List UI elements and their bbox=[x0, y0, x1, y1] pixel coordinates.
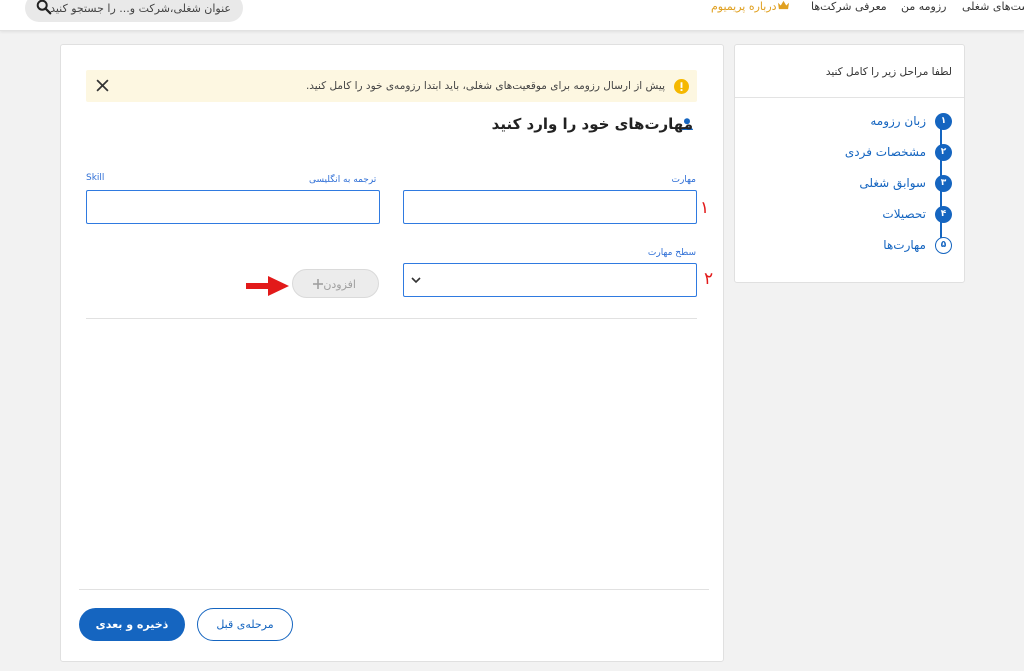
nav-companies[interactable]: معرفی شرکت‌ها bbox=[811, 0, 887, 13]
step-number: ۱ bbox=[935, 113, 952, 130]
skill-level-label: سطح مهارت bbox=[647, 248, 696, 258]
search-placeholder[interactable]: عنوان شغلی،شرکت و... را جستجو کنید bbox=[50, 2, 231, 15]
steps-separator bbox=[735, 97, 964, 98]
section-title: مهارت‌های خود را وارد کنید bbox=[491, 115, 693, 133]
plus-icon bbox=[313, 279, 323, 289]
footer-divider bbox=[79, 589, 709, 590]
incomplete-resume-alert: پیش از ارسال رزومه برای موقعیت‌های شغلی،… bbox=[86, 70, 697, 102]
nav-premium[interactable]: درباره پریمیوم bbox=[711, 0, 777, 13]
step-label: مهارت‌ها bbox=[883, 238, 926, 252]
steps-heading: لطفا مراحل زیر را کامل کنید bbox=[825, 66, 952, 78]
close-icon[interactable] bbox=[96, 79, 109, 92]
steps-sidebar: لطفا مراحل زیر را کامل کنید ۱ زبان رزومه… bbox=[734, 44, 965, 283]
translation-input[interactable] bbox=[87, 191, 379, 223]
translation-hint: Skill bbox=[86, 173, 105, 183]
translation-label: ترجمه به انگلیسی bbox=[309, 175, 377, 185]
crown-icon bbox=[778, 0, 789, 10]
step-work-history[interactable]: ۳ سوابق شغلی bbox=[752, 175, 952, 195]
skill-level-select[interactable] bbox=[403, 263, 697, 297]
step-number: ۴ bbox=[935, 206, 952, 223]
save-and-next-button[interactable]: ذخیره و بعدی bbox=[79, 608, 185, 641]
step-skills[interactable]: ۵ مهارت‌ها bbox=[752, 237, 952, 257]
skill-field[interactable] bbox=[403, 190, 697, 224]
nav-my-resume[interactable]: رزومه من bbox=[901, 0, 947, 13]
nav-jobs[interactable]: ست‌های شغلی bbox=[962, 0, 1024, 13]
step-education[interactable]: ۴ تحصیلات bbox=[752, 206, 952, 226]
form-divider bbox=[86, 318, 697, 319]
add-skill-button[interactable]: افزودن bbox=[292, 269, 379, 298]
red-arrow-icon bbox=[246, 276, 289, 296]
step-label: تحصیلات bbox=[882, 207, 926, 221]
skill-input[interactable] bbox=[404, 191, 696, 223]
step-label: زبان رزومه bbox=[870, 114, 926, 128]
step-personal-info[interactable]: ۲ مشخصات فردی bbox=[752, 144, 952, 164]
top-navbar: عنوان شغلی،شرکت و... را جستجو کنید دربار… bbox=[0, 0, 1024, 31]
translation-field[interactable] bbox=[86, 190, 380, 224]
step-label: سوابق شغلی bbox=[859, 176, 926, 190]
skill-label: مهارت bbox=[671, 175, 696, 185]
step-resume-language[interactable]: ۱ زبان رزومه bbox=[752, 113, 952, 133]
alert-message: پیش از ارسال رزومه برای موقعیت‌های شغلی،… bbox=[305, 80, 665, 92]
search-box[interactable]: عنوان شغلی،شرکت و... را جستجو کنید bbox=[25, 0, 243, 22]
add-skill-label: افزودن bbox=[323, 278, 356, 291]
annotation-1: ۱ bbox=[700, 198, 710, 218]
annotation-2: ۲ bbox=[704, 269, 714, 289]
step-number: ۲ bbox=[935, 144, 952, 161]
skills-form-card: پیش از ارسال رزومه برای موقعیت‌های شغلی،… bbox=[60, 44, 724, 662]
chevron-down-icon[interactable] bbox=[410, 275, 422, 285]
step-number: ۳ bbox=[935, 175, 952, 192]
step-number: ۵ bbox=[935, 237, 952, 254]
step-label: مشخصات فردی bbox=[844, 145, 926, 159]
warning-icon bbox=[674, 79, 689, 94]
previous-step-button[interactable]: مرحله‌ی قبل bbox=[197, 608, 293, 641]
